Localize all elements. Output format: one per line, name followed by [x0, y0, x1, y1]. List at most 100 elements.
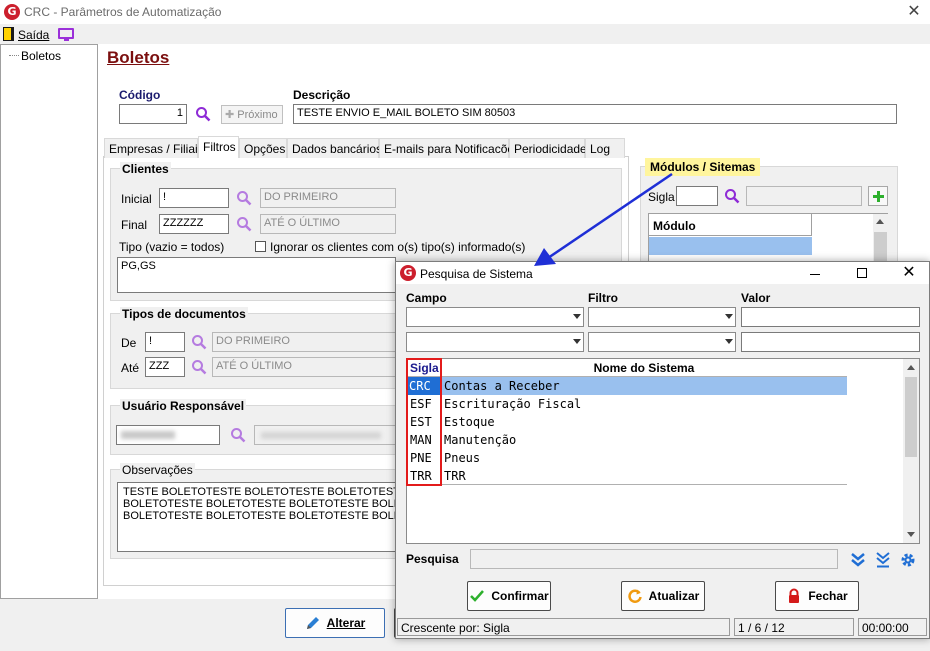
de-label: De [121, 336, 137, 350]
alterar-label: Alterar [326, 616, 366, 630]
atualizar-button[interactable]: Atualizar [621, 581, 705, 611]
valor-label: Valor [741, 291, 771, 305]
status-sort: Crescente por: Sigla [397, 618, 730, 636]
atualizar-label: Atualizar [648, 589, 700, 603]
monitor-icon[interactable] [58, 28, 74, 41]
chevron-down-icon [725, 314, 733, 319]
tab-emails[interactable]: E-mails para Notificacões [379, 138, 520, 158]
table-row[interactable]: TRR TRR [407, 467, 847, 485]
search-icon[interactable] [230, 427, 246, 443]
campo-select-2[interactable] [406, 332, 584, 352]
modulos-scrollbar[interactable] [873, 214, 888, 266]
sigla-highlight-box [406, 358, 442, 486]
table-row[interactable]: PNE Pneus [407, 449, 847, 467]
ate-field[interactable]: ZZZ [145, 357, 185, 377]
row-nome: TRR [444, 469, 466, 483]
search-icon[interactable] [191, 359, 207, 375]
search-icon[interactable] [195, 106, 211, 122]
app-logo-icon: G [4, 4, 20, 20]
pencil-icon [306, 617, 319, 629]
app-logo-icon: G [400, 265, 416, 281]
codigo-field[interactable]: 1 [119, 104, 187, 124]
inicial-field[interactable]: ! [159, 188, 229, 208]
tree-connector [9, 55, 19, 56]
gear-icon[interactable] [900, 552, 916, 568]
codigo-label: Código [119, 88, 161, 102]
grid-header: Sigla Nome do Sistema [407, 359, 847, 377]
sistemas-grid: Sigla Nome do Sistema CRC Contas a Receb… [406, 358, 920, 544]
menu-bar: Saída [0, 24, 930, 44]
chevron-double-down-icon[interactable] [850, 552, 866, 568]
tab-dados-bancarios[interactable]: Dados bancários [287, 138, 382, 158]
descricao-label: Descrição [293, 88, 351, 102]
usuario-field[interactable] [116, 425, 220, 445]
campo-select-1[interactable] [406, 307, 584, 327]
valor-field-2[interactable] [741, 332, 920, 352]
filtro-select-2[interactable] [588, 332, 736, 352]
fechar-button[interactable]: Fechar [775, 581, 859, 611]
ignorar-checkbox[interactable] [255, 241, 266, 252]
row-nome: Escrituração Fiscal [444, 397, 582, 411]
menu-saida[interactable]: Saída [18, 28, 49, 42]
observacoes-field[interactable]: TESTE BOLETOTESTE BOLETOTESTE BOLETOTEST… [117, 482, 396, 552]
chevron-down-icon [725, 339, 733, 344]
ate-desc: ATÉ O ÚLTIMO [212, 357, 396, 377]
tab-log[interactable]: Log [585, 138, 625, 158]
confirmar-button[interactable]: Confirmar [467, 581, 551, 611]
filtro-select-1[interactable] [588, 307, 736, 327]
valor-field-1[interactable] [741, 307, 920, 327]
table-row[interactable]: EST Estoque [407, 413, 847, 431]
search-icon[interactable] [724, 188, 740, 204]
tree-item-boletos[interactable]: Boletos [21, 49, 61, 63]
usuario-desc [254, 425, 396, 445]
usuario-title: Usuário Responsável [120, 399, 247, 413]
sidebar-tree: Boletos [0, 44, 98, 599]
observacoes-line: TESTE BOLETOTESTE BOLETOTESTE BOLETOTEST… [123, 486, 395, 498]
table-row[interactable]: MAN Manutenção [407, 431, 847, 449]
row-nome: Estoque [444, 415, 495, 429]
close-icon[interactable]: ✕ [899, 263, 919, 283]
grid-scrollbar[interactable] [903, 359, 919, 543]
ate-label: Até [121, 361, 140, 375]
clientes-title: Clientes [120, 162, 171, 176]
minimize-icon[interactable] [810, 274, 820, 275]
proximo-label: Próximo [237, 109, 278, 121]
plus-icon: ✚ [225, 109, 235, 121]
sigla-field[interactable] [676, 186, 718, 206]
scroll-thumb[interactable] [905, 377, 917, 457]
scroll-down-icon[interactable] [907, 532, 915, 537]
search-icon[interactable] [236, 216, 252, 232]
final-field[interactable]: ZZZZZZ [159, 214, 229, 234]
tipo-field[interactable]: PG,GS [117, 257, 396, 293]
scroll-up-icon[interactable] [907, 365, 915, 370]
maximize-icon[interactable] [857, 268, 867, 278]
chevron-down-icon [573, 314, 581, 319]
search-icon[interactable] [236, 190, 252, 206]
descricao-field[interactable]: TESTE ENVIO E_MAIL BOLETO SIM 80503 [293, 104, 897, 124]
ignorar-label: Ignorar os clientes com o(s) tipo(s) inf… [270, 240, 526, 254]
add-module-button[interactable] [868, 186, 888, 206]
redacted-text [121, 431, 175, 439]
table-row[interactable]: CRC Contas a Receber [407, 377, 847, 395]
dialog-title: Pesquisa de Sistema [420, 267, 533, 281]
campo-label: Campo [406, 291, 447, 305]
tab-opcoes[interactable]: Opções [239, 138, 287, 158]
status-time: 00:00:00 [858, 618, 927, 636]
close-window-icon[interactable]: ✕ [904, 2, 924, 22]
col-nome-header[interactable]: Nome do Sistema [441, 359, 847, 377]
search-icon[interactable] [191, 334, 207, 350]
tab-empresas[interactable]: Empresas / Filiais [104, 138, 204, 158]
pesquisa-dialog: G Pesquisa de Sistema ✕ Campo Filtro Val… [395, 261, 930, 639]
alterar-button[interactable]: Alterar [285, 608, 385, 638]
tab-filtros[interactable]: Filtros [198, 136, 239, 158]
tab-periodicidade[interactable]: Periodicidade [509, 138, 587, 158]
proximo-button[interactable]: ✚ Próximo [221, 105, 283, 124]
table-row[interactable]: ESF Escrituração Fiscal [407, 395, 847, 413]
fechar-label: Fechar [808, 589, 848, 603]
window-title: CRC - Parâmetros de Automatização [24, 5, 222, 19]
final-desc: ATÉ O ÚLTIMO [260, 214, 396, 234]
lock-icon [789, 588, 800, 603]
de-field[interactable]: ! [145, 332, 185, 352]
pesquisa-field[interactable] [470, 549, 838, 569]
chevron-double-down-bar-icon[interactable] [875, 552, 891, 568]
